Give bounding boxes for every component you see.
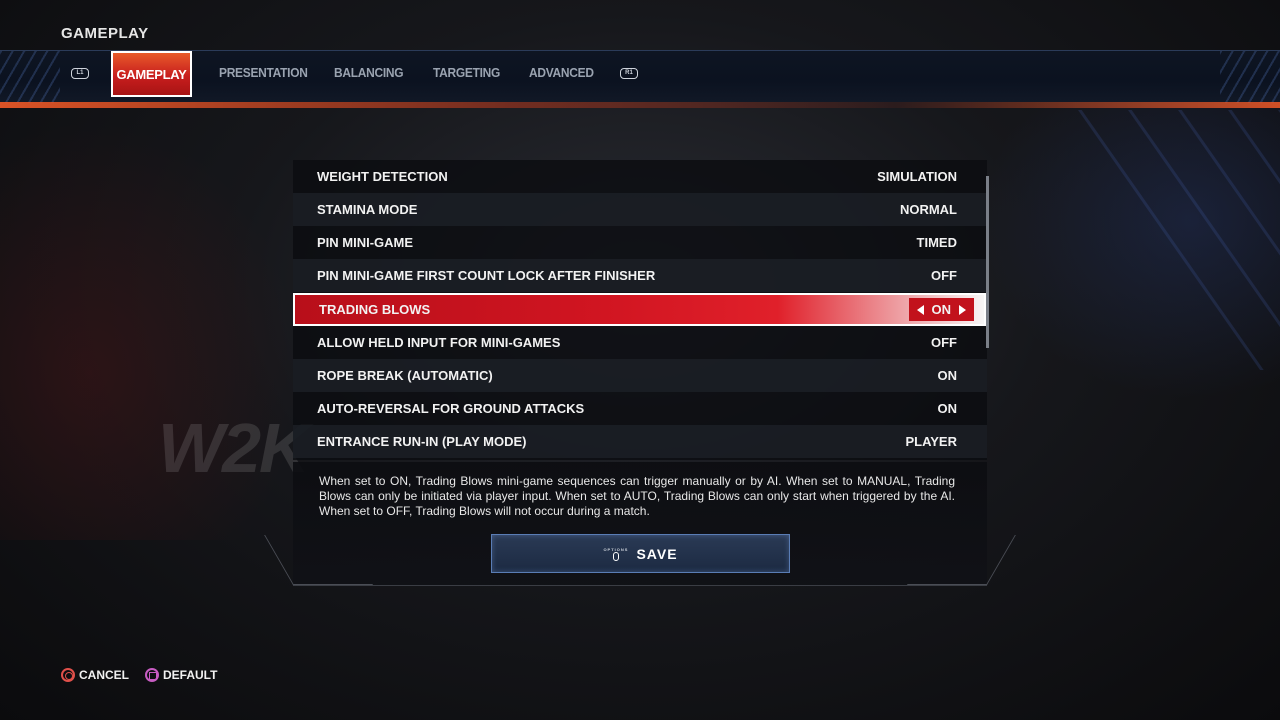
l1-bumper-icon[interactable]: L1	[71, 68, 89, 79]
setting-label: STAMINA MODE	[317, 202, 418, 217]
r1-bumper-icon[interactable]: R1	[620, 68, 638, 79]
setting-value: ON	[931, 302, 952, 317]
setting-row-auto-reversal[interactable]: AUTO-REVERSAL FOR GROUND ATTACKS ON	[293, 392, 987, 425]
square-button-icon	[145, 668, 159, 682]
cancel-label: CANCEL	[79, 668, 129, 682]
setting-value: ON	[937, 368, 958, 383]
tab-bar	[0, 50, 1280, 108]
setting-row-pin-first-count-lock[interactable]: PIN MINI-GAME FIRST COUNT LOCK AFTER FIN…	[293, 259, 987, 292]
save-button-label: SAVE	[636, 545, 678, 562]
setting-row-rope-break[interactable]: ROPE BREAK (AUTOMATIC) ON	[293, 359, 987, 392]
page-title: GAMEPLAY	[61, 25, 149, 42]
options-button-icon: OPTIONS	[603, 547, 628, 561]
setting-label: TRADING BLOWS	[319, 302, 431, 317]
tab-balancing[interactable]: BALANCING	[334, 65, 404, 85]
setting-row-weight-detection[interactable]: WEIGHT DETECTION SIMULATION	[293, 160, 987, 193]
setting-value: TIMED	[916, 235, 957, 250]
setting-description: When set to ON, Trading Blows mini-game …	[319, 474, 955, 518]
background-light-beams	[990, 110, 1280, 370]
setting-label: ROPE BREAK (AUTOMATIC)	[317, 368, 493, 383]
setting-value: NORMAL	[899, 202, 957, 217]
settings-list: WEIGHT DETECTION SIMULATION STAMINA MODE…	[293, 160, 987, 460]
setting-label: AUTO-REVERSAL FOR GROUND ATTACKS	[317, 401, 585, 416]
arrow-left-icon[interactable]	[916, 304, 924, 315]
setting-label: ENTRANCE RUN-IN (PLAY MODE)	[317, 434, 527, 449]
setting-value: OFF	[931, 335, 957, 350]
circle-button-icon	[61, 668, 75, 682]
setting-value-selector[interactable]: ON	[908, 298, 974, 321]
settings-scrollbar[interactable]	[986, 176, 989, 348]
default-prompt[interactable]: DEFAULT	[145, 668, 217, 682]
setting-label: ALLOW HELD INPUT FOR MINI-GAMES	[317, 335, 561, 350]
save-button[interactable]: OPTIONS SAVE	[491, 534, 790, 573]
setting-label: PIN MINI-GAME FIRST COUNT LOCK AFTER FIN…	[317, 268, 656, 283]
setting-value: ON	[937, 401, 958, 416]
setting-row-entrance-run-in[interactable]: ENTRANCE RUN-IN (PLAY MODE) PLAYER	[293, 425, 987, 458]
setting-value: OFF	[931, 268, 957, 283]
setting-row-trading-blows[interactable]: TRADING BLOWS ON	[293, 293, 986, 326]
setting-label: WEIGHT DETECTION	[317, 169, 448, 184]
setting-row-allow-held-input[interactable]: ALLOW HELD INPUT FOR MINI-GAMES OFF	[293, 326, 987, 359]
tab-presentation[interactable]: PRESENTATION	[219, 65, 308, 85]
tab-advanced[interactable]: ADVANCED	[529, 65, 594, 85]
arrow-right-icon[interactable]	[959, 304, 966, 315]
default-label: DEFAULT	[163, 668, 218, 682]
setting-label: PIN MINI-GAME	[317, 235, 414, 250]
setting-row-pin-mini-game[interactable]: PIN MINI-GAME TIMED	[293, 226, 987, 259]
setting-value: PLAYER	[905, 434, 957, 449]
setting-value: SIMULATION	[877, 169, 957, 184]
setting-row-stamina-mode[interactable]: STAMINA MODE NORMAL	[293, 193, 987, 226]
background-game-logo: W2K	[158, 409, 310, 487]
tab-targeting[interactable]: TARGETING	[433, 65, 500, 85]
tab-gameplay[interactable]: GAMEPLAY	[111, 51, 192, 97]
cancel-prompt[interactable]: CANCEL	[61, 668, 129, 682]
